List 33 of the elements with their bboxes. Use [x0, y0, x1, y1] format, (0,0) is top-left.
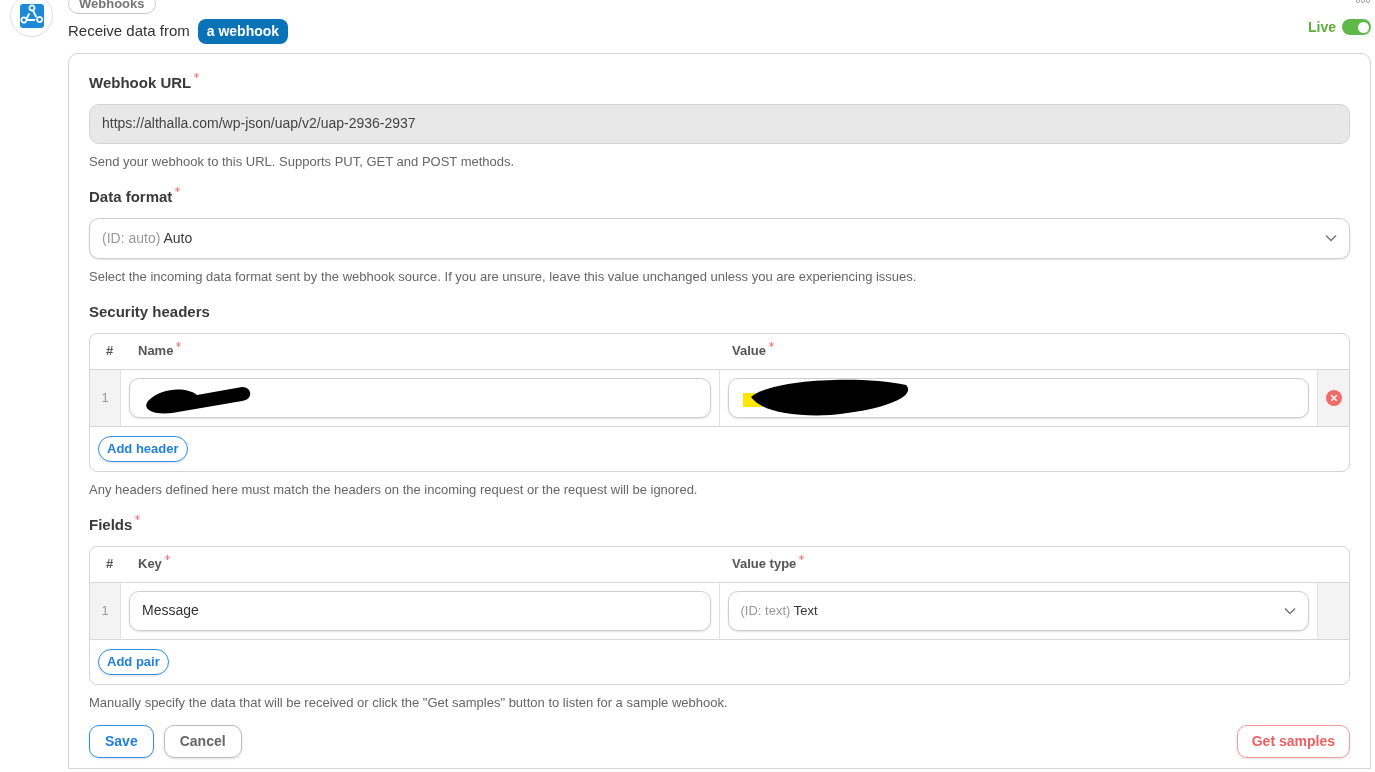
format-select[interactable]: (ID: auto) Auto	[89, 217, 1350, 259]
source-tag[interactable]: a webhook	[197, 18, 289, 44]
help-text: Select the incoming data format sent by the webhook source. If you are unsure, leave this value unchanged unless you are experiencing issues.	[89, 267, 918, 286]
save-button[interactable]: Save	[89, 725, 154, 758]
help-text: Any headers defined here must match the headers on the incoming request or the request will be ignored.	[89, 480, 699, 499]
get-samples-button[interactable]: Get samples	[1236, 725, 1350, 758]
row-number: 1	[101, 601, 109, 620]
column-header: #	[105, 555, 114, 574]
trigger-text: Receive data from	[68, 20, 190, 41]
column-header: Name	[138, 342, 174, 361]
help-text: Manually specify the data that will be received or click the "Get samples" button to listen for a sample webhook.	[89, 693, 729, 712]
column-header: Value type	[732, 555, 797, 574]
field-label: Security headers	[89, 302, 210, 322]
cancel-button[interactable]: Cancel	[163, 725, 242, 758]
column-header: Key	[138, 555, 162, 574]
live-toggle[interactable]	[1342, 19, 1371, 35]
field-label: Webhook URL	[89, 73, 192, 93]
row-number: 1	[101, 388, 109, 407]
url-field[interactable]: https://althalla.com/wp-json/uap/v2/uap-2936-2937	[89, 103, 1350, 144]
webhook-icon	[19, 3, 44, 28]
column-header: #	[105, 342, 114, 361]
name-input[interactable]	[129, 377, 711, 418]
remove-icon[interactable]	[1325, 389, 1342, 406]
chevron-down-icon	[1325, 234, 1337, 242]
value-type-select[interactable]: (ID: text) Text	[727, 590, 1309, 631]
chevron-down-icon	[1284, 606, 1296, 615]
key-input[interactable]: Message	[129, 590, 711, 631]
field-label: Fields	[89, 515, 133, 535]
live-label: Live	[1308, 17, 1336, 37]
column-header: Value	[732, 342, 766, 361]
help-text: Send your webhook to this URL. Supports PUT, GET and POST methods.	[89, 152, 516, 171]
field-label: Data format	[89, 187, 173, 207]
value-input[interactable]	[727, 377, 1309, 418]
